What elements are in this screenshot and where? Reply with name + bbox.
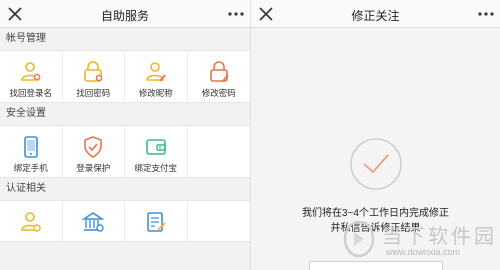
section-title-verification: 认证相关	[0, 178, 250, 200]
section-title-security: 安全设置	[0, 103, 250, 125]
lock-search-icon	[84, 61, 103, 82]
item-label: 找回密码	[76, 88, 111, 98]
bind-phone-item[interactable]: 绑定手机	[0, 126, 63, 177]
right-navbar: 修正关注	[251, 0, 500, 28]
empty-cell	[188, 201, 251, 241]
item-label: 登录保护	[76, 163, 111, 173]
left-navbar: 自助服务	[0, 0, 250, 28]
success-check-icon	[350, 138, 402, 190]
item-label: 绑定支付宝	[134, 163, 177, 173]
user-verify-icon	[20, 212, 41, 232]
bind-alipay-item[interactable]: 绑定支付宝	[125, 126, 188, 177]
identity-verify-item[interactable]	[0, 201, 63, 241]
page-title: 自助服务	[100, 9, 149, 23]
edit-nickname-item[interactable]: 修改昵称	[125, 51, 188, 102]
more-icon[interactable]	[228, 12, 244, 16]
document-edit-icon	[146, 212, 166, 232]
change-password-item[interactable]: 修改密码	[188, 51, 251, 102]
item-label: 修改密码	[201, 88, 236, 98]
recover-password-item[interactable]: 找回密码	[63, 51, 125, 102]
account-grid: 找回登录名 找回密码 修改昵称 修改密码	[0, 50, 250, 103]
lock-edit-icon	[209, 61, 229, 82]
login-protection-item[interactable]: 登录保护	[63, 126, 125, 177]
self-service-panel: 自助服务 帐号管理 找回登录名 找回密码 修改昵称 修改密码 安全设置 绑定手机…	[0, 0, 250, 270]
empty-cell	[188, 126, 251, 177]
user-edit-icon	[145, 62, 166, 82]
page-title: 修正关注	[351, 9, 400, 23]
item-label: 绑定手机	[13, 163, 48, 173]
watermark-url: www.downxia.com	[386, 247, 461, 257]
bank-verify-icon	[82, 212, 105, 232]
watermark-text: 当下软件园	[382, 226, 497, 248]
item-label: 修改昵称	[138, 88, 173, 98]
document-verify-item[interactable]	[125, 201, 188, 241]
phone-icon	[23, 136, 38, 158]
wallet-icon	[145, 139, 166, 155]
more-icon[interactable]	[478, 12, 494, 16]
correction-panel: 修正关注 我们将在3~4个工作日内完成修正 并私信告诉修正结果 当下软件园 ww…	[250, 0, 500, 270]
watermark-logo-icon	[343, 220, 375, 258]
verification-grid	[0, 200, 250, 242]
item-label: 找回登录名	[9, 88, 52, 98]
security-grid: 绑定手机 登录保护 绑定支付宝	[0, 125, 250, 178]
bank-verify-item[interactable]	[63, 201, 125, 241]
recover-username-item[interactable]: 找回登录名	[0, 51, 63, 102]
user-search-icon	[20, 62, 41, 81]
section-title-account: 帐号管理	[0, 28, 250, 50]
watermark: 当下软件园 www.downxia.com	[342, 214, 494, 266]
shield-check-icon	[84, 136, 103, 158]
